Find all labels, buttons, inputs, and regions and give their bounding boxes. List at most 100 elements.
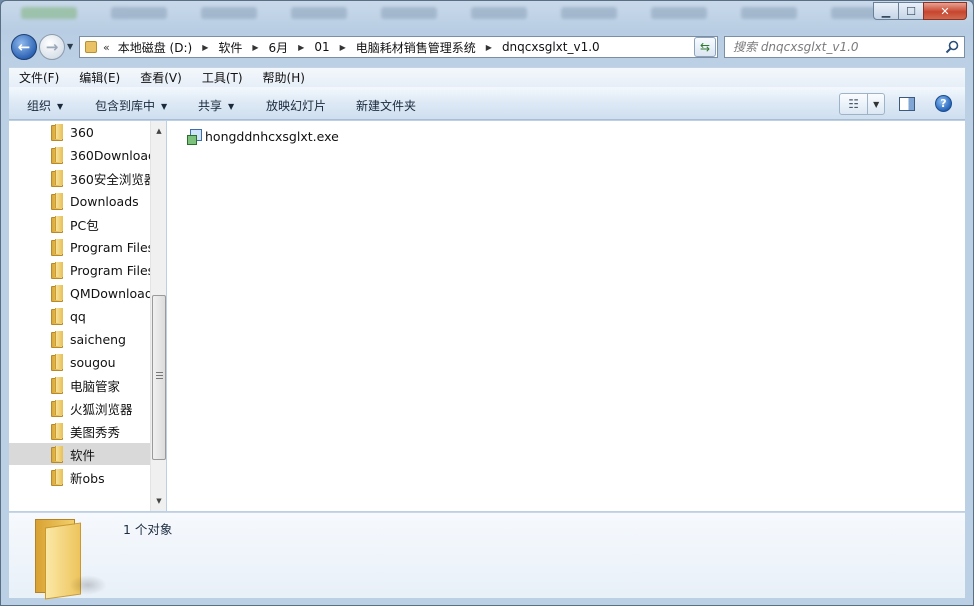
tree-item[interactable]: QMDownload [9, 282, 150, 304]
tree-item[interactable]: Downloads [9, 190, 150, 212]
tree-item[interactable]: 火狐浏览器 [9, 397, 150, 419]
search-input[interactable] [733, 38, 943, 56]
tree-item-label: 360安全浏览器下载 [70, 171, 150, 187]
search-icon[interactable] [945, 40, 959, 54]
menu-file[interactable]: 文件(F) [9, 69, 69, 86]
breadcrumb-arrow-icon[interactable]: ▶ [202, 43, 208, 52]
tree-item-label: Program Files [70, 239, 150, 255]
navigation-pane: 360 360Downloads 360安全浏览器下载 Downloads PC… [9, 121, 166, 511]
folder-icon [51, 239, 63, 256]
folder-icon [51, 446, 63, 463]
refresh-icon: ⇆ [699, 40, 711, 54]
tree-item[interactable]: qq [9, 305, 150, 327]
tree-item-label: saicheng [70, 331, 126, 347]
folder-icon [51, 469, 63, 486]
folder-icon [51, 423, 63, 440]
change-view-button[interactable]: ☷ ▼ [839, 93, 885, 115]
breadcrumb-arrow-icon[interactable]: ▶ [298, 43, 304, 52]
folder-icon [51, 147, 63, 164]
menu-help[interactable]: 帮助(H) [253, 69, 315, 86]
tree-item-label: PC包 [70, 217, 99, 233]
folder-icon [51, 285, 63, 302]
scroll-up-icon[interactable]: ▲ [151, 123, 167, 139]
refresh-button[interactable]: ⇆ [694, 37, 716, 57]
breadcrumb-item[interactable]: 6月 [269, 39, 289, 56]
window-controls: ▁ ☐ ✕ [873, 2, 967, 20]
breadcrumb-item[interactable]: 电脑耗材销售管理系统 [356, 39, 476, 56]
menu-view[interactable]: 查看(V) [130, 69, 192, 86]
help-button[interactable]: ? [935, 95, 952, 112]
view-dropdown-icon[interactable]: ▼ [867, 94, 884, 114]
tree-item-label: 美图秀秀 [70, 424, 121, 440]
breadcrumb-arrow-icon[interactable]: ▶ [486, 43, 492, 52]
tree-item-label: 360 [70, 124, 94, 140]
include-in-library-label: 包含到库中 [95, 99, 156, 113]
close-button[interactable]: ✕ [923, 2, 967, 20]
organize-button[interactable]: 组织 ▼ [27, 97, 63, 114]
tree-item-label: 电脑管家 [70, 378, 121, 394]
tree-item-label: Program Files (x86) [70, 262, 150, 278]
minimize-button[interactable]: ▁ [873, 2, 899, 20]
tree-item[interactable]: 美图秀秀 [9, 420, 150, 442]
tree-item[interactable]: 360 [9, 121, 150, 143]
back-button[interactable]: ← [11, 34, 37, 60]
view-details-icon[interactable]: ☷ [840, 94, 867, 114]
tree-item-selected[interactable]: 软件 [9, 443, 150, 465]
title-bar[interactable]: ▁ ☐ ✕ [1, 1, 973, 31]
breadcrumb-item[interactable]: 01 [314, 40, 329, 54]
scroll-down-icon[interactable]: ▼ [151, 493, 167, 509]
tree-item-label: sougou [70, 354, 116, 370]
slideshow-button[interactable]: 放映幻灯片 [266, 97, 326, 114]
recent-pages-dropdown-icon[interactable]: ▼ [67, 42, 73, 51]
breadcrumb-overflow[interactable]: « [103, 41, 110, 54]
breadcrumb-arrow-icon[interactable]: ▶ [252, 43, 258, 52]
file-list[interactable]: hongddnhcxsglxt.exe [167, 121, 965, 511]
folder-icon [51, 124, 63, 141]
tree-item[interactable]: 电脑管家 [9, 374, 150, 396]
slideshow-label: 放映幻灯片 [266, 99, 327, 113]
new-folder-button[interactable]: 新建文件夹 [356, 97, 416, 114]
tree-item[interactable]: PC包 [9, 213, 150, 235]
include-in-library-button[interactable]: 包含到库中 ▼ [95, 97, 167, 114]
tree-item[interactable]: saicheng [9, 328, 150, 350]
large-folder-icon [33, 519, 107, 600]
file-item[interactable]: hongddnhcxsglxt.exe [187, 128, 339, 145]
tree-item[interactable]: Program Files (x86) [9, 259, 150, 281]
folder-icon [51, 308, 63, 325]
exe-icon [187, 128, 203, 145]
maximize-button[interactable]: ☐ [898, 2, 924, 20]
search-box [724, 36, 965, 58]
forward-button[interactable]: → [39, 34, 65, 60]
folder-icon [51, 331, 63, 348]
share-button[interactable]: 共享 ▼ [198, 97, 234, 114]
menu-edit[interactable]: 编辑(E) [69, 69, 130, 86]
folder-icon [51, 262, 63, 279]
tree-item-label: 新obs [70, 470, 105, 486]
preview-pane-icon[interactable] [899, 97, 915, 111]
explorer-window: ▁ ☐ ✕ ← → ▼ « 本地磁盘 (D:) ▶ 软件 ▶ 6月 ▶ 01 ▶… [0, 0, 974, 606]
item-count: 1 个对象 [123, 522, 173, 537]
folder-icon [85, 41, 97, 53]
address-bar[interactable]: « 本地磁盘 (D:) ▶ 软件 ▶ 6月 ▶ 01 ▶ 电脑耗材销售管理系统 … [79, 36, 718, 58]
breadcrumb-item-current[interactable]: dnqcxsglxt_v1.0 [502, 40, 600, 54]
breadcrumb-item[interactable]: 软件 [218, 39, 242, 56]
tree-item[interactable]: 360Downloads [9, 144, 150, 166]
menu-tools[interactable]: 工具(T) [192, 69, 253, 86]
folder-icon [51, 170, 63, 187]
navpane-scrollbar[interactable]: ▲ ▼ [150, 121, 166, 511]
folder-icon [51, 354, 63, 371]
folder-icon [51, 193, 63, 210]
breadcrumb-item[interactable]: 本地磁盘 (D:) [118, 39, 192, 56]
folder-icon [51, 377, 63, 394]
command-bar: 组织 ▼ 包含到库中 ▼ 共享 ▼ 放映幻灯片 新建文件夹 ☷ ▼ ? [9, 87, 965, 120]
tree-item[interactable]: sougou [9, 351, 150, 373]
tree-item-label: QMDownload [70, 285, 150, 301]
breadcrumb-arrow-icon[interactable]: ▶ [340, 43, 346, 52]
tree-item[interactable]: Program Files [9, 236, 150, 258]
dropdown-arrow-icon: ▼ [161, 102, 168, 111]
tree-item[interactable]: 新obs [9, 466, 150, 488]
folder-icon [51, 400, 63, 417]
scrollbar-thumb[interactable] [152, 295, 166, 460]
tree-item[interactable]: 360安全浏览器下载 [9, 167, 150, 189]
tree-item-label: Downloads [70, 193, 139, 209]
